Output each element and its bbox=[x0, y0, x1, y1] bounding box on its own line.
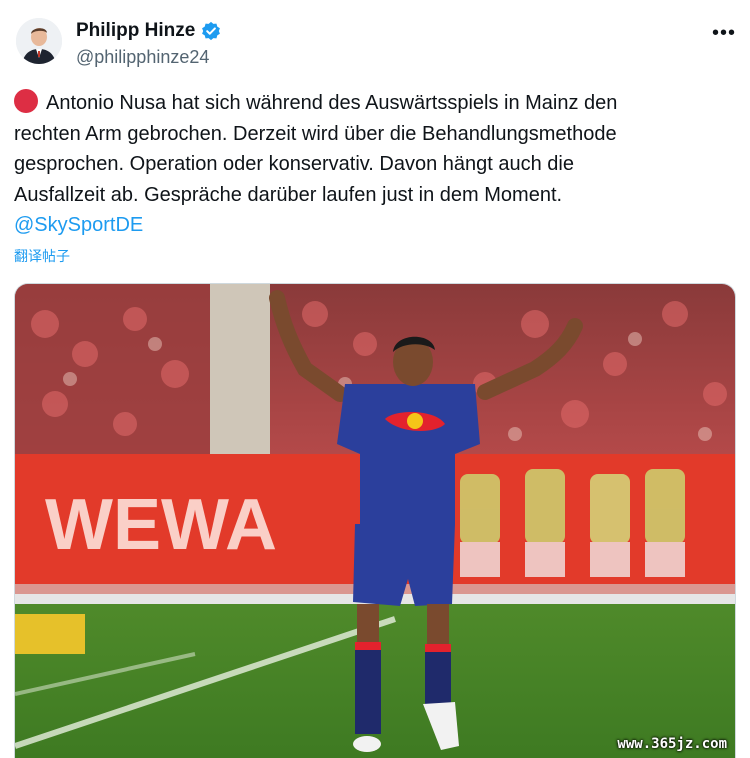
avatar[interactable] bbox=[16, 18, 62, 64]
mention-link[interactable]: @SkySportDE bbox=[14, 210, 714, 241]
author-handle[interactable]: @philipphinze24 bbox=[76, 47, 209, 68]
tweet-photo[interactable]: WEWA www.365jz.com bbox=[14, 283, 736, 758]
author-name[interactable]: Philipp Hinze bbox=[76, 20, 195, 42]
tweet-card: Philipp Hinze @philipphinze24 ••• Antoni… bbox=[0, 0, 750, 758]
author-name-row[interactable]: Philipp Hinze bbox=[76, 20, 221, 42]
person-avatar-icon bbox=[16, 18, 62, 64]
translate-post-link[interactable]: 翻译帖子 bbox=[14, 246, 70, 266]
watermark: www.365jz.com bbox=[617, 736, 727, 752]
tweet-text-line-2: rechten Arm gebrochen. Derzeit wird über… bbox=[14, 122, 617, 145]
tweet-text-line-1: Antonio Nusa hat sich während des Auswär… bbox=[46, 92, 618, 114]
football-player-photo: WEWA bbox=[15, 284, 735, 758]
red-circle-icon bbox=[14, 89, 38, 113]
tweet-text: Antonio Nusa hat sich während des Auswär… bbox=[14, 88, 714, 241]
tweet-text-line: Antonio Nusa hat sich während des Auswär… bbox=[14, 88, 714, 119]
banner-text: WEWA bbox=[45, 485, 277, 565]
tweet-text-line-4: Ausfallzeit ab. Gespräche darüber laufen… bbox=[14, 183, 563, 206]
verified-badge-icon bbox=[201, 21, 221, 41]
more-options-button[interactable]: ••• bbox=[712, 22, 736, 45]
tweet-text-line-3: gesprochen. Operation oder konservativ. … bbox=[14, 153, 574, 175]
